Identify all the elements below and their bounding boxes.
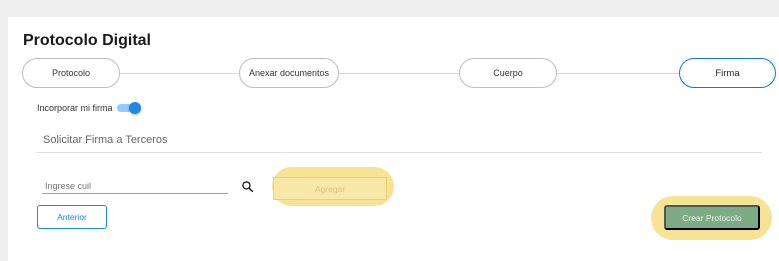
step-cuerpo[interactable]: Cuerpo bbox=[459, 58, 557, 88]
toggle-thumb bbox=[128, 102, 141, 114]
third-party-heading: Solicitar Firma a Terceros bbox=[43, 134, 168, 146]
section-divider bbox=[36, 152, 762, 153]
step-anexar-documentos[interactable]: Anexar documentos bbox=[239, 58, 339, 88]
step-protocolo[interactable]: Protocolo bbox=[22, 58, 120, 88]
stepper: Protocolo Anexar documentos Cuerpo Firma bbox=[22, 58, 776, 88]
step-firma[interactable]: Firma bbox=[679, 58, 776, 88]
search-icon[interactable] bbox=[241, 180, 254, 193]
create-protocol-button[interactable]: Crear Protocolo bbox=[664, 205, 760, 230]
stepper-connector bbox=[119, 73, 239, 74]
stepper-connector bbox=[338, 73, 459, 74]
cuil-input[interactable] bbox=[42, 178, 228, 194]
own-signature-row: Incorporar mi firma bbox=[37, 102, 141, 114]
back-button[interactable]: Anterior bbox=[37, 205, 107, 229]
page-title: Protocolo Digital bbox=[23, 32, 151, 49]
own-signature-label: Incorporar mi firma bbox=[37, 103, 113, 113]
add-button[interactable]: Agregar bbox=[273, 177, 387, 200]
own-signature-toggle[interactable] bbox=[116, 102, 141, 114]
stepper-connector bbox=[556, 73, 679, 74]
